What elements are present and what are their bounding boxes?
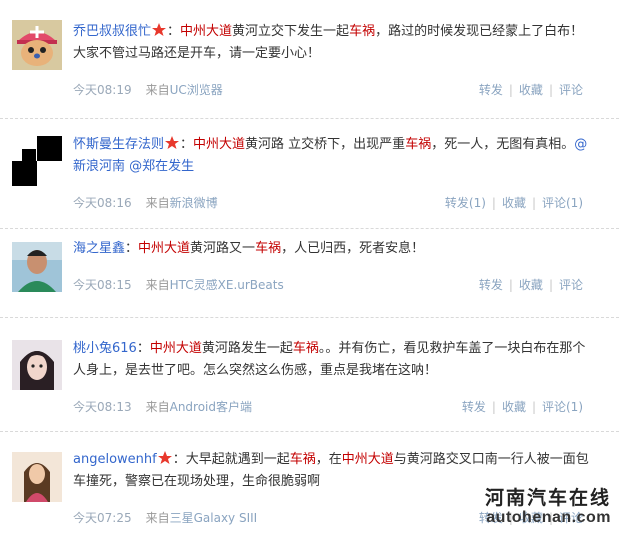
repost-button[interactable]: 转发: [479, 83, 503, 97]
divider: |: [531, 400, 536, 414]
post-content: 乔巴叔叔很忙 ：中州大道黄河立交下发生一起车祸，路过的时候发现已经蒙上了白布！大家…: [73, 21, 589, 65]
post-text: 大早起就遇到一起: [185, 452, 290, 467]
source-label: 来自: [145, 511, 170, 525]
avatar[interactable]: [12, 452, 62, 502]
colon: ：: [172, 452, 186, 467]
keyword-link[interactable]: 车祸: [290, 452, 316, 467]
avatar[interactable]: [12, 136, 62, 186]
post-item: 怀斯曼生存法则 ：中州大道黄河路 立交桥下，出现严重车祸，死一人，无图有真相。@新…: [0, 119, 619, 229]
post-meta: 今天08:16 来自新浪微博 转发(1) | 收藏 | 评论(1): [73, 195, 583, 211]
username[interactable]: 桃小兔616: [73, 341, 137, 356]
mention-link[interactable]: @郑在发生: [129, 159, 194, 174]
colon: ：: [125, 241, 139, 256]
weibo-feed: 乔巴叔叔很忙 ：中州大道黄河立交下发生一起车祸，路过的时候发现已经蒙上了白布！大家…: [0, 0, 619, 539]
keyword-link[interactable]: 中州大道: [150, 341, 202, 356]
keyword-link[interactable]: 车祸: [349, 24, 375, 39]
colon: ：: [180, 137, 194, 152]
favorite-button[interactable]: 收藏: [502, 196, 526, 210]
post-time[interactable]: 今天08:13: [73, 400, 132, 414]
post-content: 海之星鑫：中州大道黄河路又一车祸，人已归西，死者安息！: [73, 238, 589, 260]
divider: |: [508, 83, 513, 97]
post-time[interactable]: 今天08:19: [73, 83, 132, 97]
source-link[interactable]: HTC灵感XE.urBeats: [170, 278, 284, 292]
comment-button[interactable]: 评论: [559, 278, 583, 292]
post-time[interactable]: 今天08:16: [73, 196, 132, 210]
post-item: 海之星鑫：中州大道黄河路又一车祸，人已归西，死者安息！ 今天08:15 来自HTC…: [0, 229, 619, 318]
post-text: 黄河路又一: [190, 241, 256, 256]
vip-badge-icon: [157, 450, 172, 464]
watermark-cn: 河南汽车在线: [484, 487, 611, 509]
keyword-link[interactable]: 中州大道: [342, 452, 394, 467]
post-text: ，人已归西，死者安息！: [281, 241, 425, 256]
source-label: 来自: [145, 400, 170, 414]
keyword-link[interactable]: 车祸: [255, 241, 281, 256]
post-time[interactable]: 今天08:15: [73, 278, 132, 292]
colon: ：: [167, 24, 181, 39]
comment-button[interactable]: 评论(1): [542, 400, 583, 414]
repost-button[interactable]: 转发(1): [445, 196, 486, 210]
keyword-link[interactable]: 中州大道: [138, 241, 190, 256]
post-meta: 今天08:15 来自HTC灵感XE.urBeats 转发 | 收藏 | 评论: [73, 277, 583, 293]
avatar[interactable]: [12, 20, 62, 70]
divider: |: [508, 278, 513, 292]
repost-button[interactable]: 转发: [462, 400, 486, 414]
post-meta: 今天08:19 来自UC浏览器 转发 | 收藏 | 评论: [73, 82, 583, 98]
post-actions: 转发 | 收藏 | 评论: [479, 277, 583, 293]
post-time[interactable]: 今天07:25: [73, 511, 132, 525]
post-actions: 转发(1) | 收藏 | 评论(1): [445, 195, 583, 211]
post-text: ，死一人，无图有真相。: [431, 137, 575, 152]
divider: |: [491, 400, 496, 414]
vip-badge-icon: [165, 135, 180, 149]
vip-badge-icon: [152, 22, 167, 36]
divider: |: [548, 278, 553, 292]
favorite-button[interactable]: 收藏: [519, 83, 543, 97]
post-text: ，在: [315, 452, 342, 467]
source-link[interactable]: 三星Galaxy SIII: [170, 511, 258, 525]
source-link[interactable]: Android客户端: [170, 400, 252, 414]
avatar[interactable]: [12, 340, 62, 390]
source-label: 来自: [145, 83, 170, 97]
divider: |: [491, 196, 496, 210]
post-item: 桃小兔616：中州大道黄河路发生一起车祸。。并有伤亡，看见救护车盖了一块白布在那…: [0, 318, 619, 432]
favorite-button[interactable]: 收藏: [502, 400, 526, 414]
username[interactable]: 海之星鑫: [73, 241, 125, 256]
keyword-link[interactable]: 中州大道: [193, 137, 245, 152]
username[interactable]: angelowenhf: [73, 452, 157, 467]
post-item: 乔巴叔叔很忙 ：中州大道黄河立交下发生一起车祸，路过的时候发现已经蒙上了白布！大家…: [0, 0, 619, 119]
source-label: 来自: [145, 196, 170, 210]
username[interactable]: 怀斯曼生存法则: [73, 137, 164, 152]
repost-button[interactable]: 转发: [479, 278, 503, 292]
post-actions: 转发 | 收藏 | 评论(1): [462, 399, 583, 415]
divider: |: [548, 83, 553, 97]
post-text: 黄河路 立交桥下，出现严重: [245, 137, 406, 152]
avatar[interactable]: [12, 242, 62, 292]
source-label: 来自: [145, 278, 170, 292]
divider: |: [531, 196, 536, 210]
comment-button[interactable]: 评论(1): [542, 196, 583, 210]
source-link[interactable]: UC浏览器: [170, 83, 223, 97]
keyword-link[interactable]: 车祸: [405, 137, 431, 152]
watermark-en: autohenan.com: [486, 509, 611, 526]
post-meta: 今天08:13 来自Android客户端 转发 | 收藏 | 评论(1): [73, 399, 583, 415]
post-text: 黄河路发生一起: [201, 341, 293, 356]
keyword-link[interactable]: 车祸: [293, 341, 319, 356]
favorite-button[interactable]: 收藏: [519, 278, 543, 292]
username[interactable]: 乔巴叔叔很忙: [73, 24, 151, 39]
colon: ：: [136, 341, 150, 356]
source-link[interactable]: 新浪微博: [170, 196, 218, 210]
post-content: 桃小兔616：中州大道黄河路发生一起车祸。。并有伤亡，看见救护车盖了一块白布在那…: [73, 338, 589, 382]
comment-button[interactable]: 评论: [559, 83, 583, 97]
post-text: 黄河立交下发生一起: [232, 24, 350, 39]
keyword-link[interactable]: 中州大道: [180, 24, 232, 39]
post-actions: 转发 | 收藏 | 评论: [479, 82, 583, 98]
post-content: 怀斯曼生存法则 ：中州大道黄河路 立交桥下，出现严重车祸，死一人，无图有真相。@新…: [73, 134, 589, 178]
